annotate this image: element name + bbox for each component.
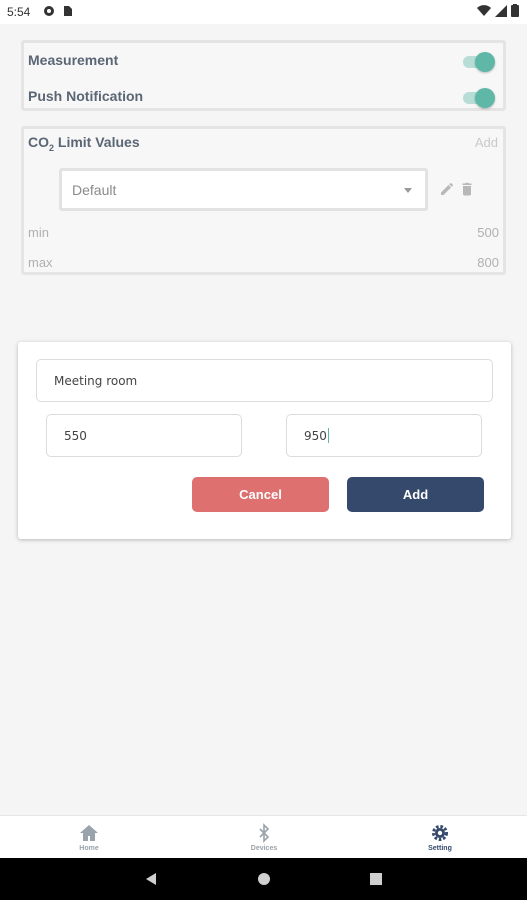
nav-setting[interactable]: Setting [390, 816, 490, 859]
bottom-navigation: Home Devices Setting [0, 815, 527, 858]
co2-title-suffix: Limit Values [54, 134, 140, 150]
system-navigation-bar [0, 858, 527, 900]
nav-home[interactable]: Home [39, 816, 139, 859]
sync-status-icon [44, 6, 54, 16]
status-icons-right [477, 4, 519, 17]
recents-icon[interactable] [370, 873, 382, 885]
co2-limit-title: CO2 Limit Values [28, 134, 140, 153]
add-button[interactable]: Add [347, 477, 484, 512]
bluetooth-icon [259, 823, 270, 843]
max-value-input[interactable]: 950 [286, 414, 482, 457]
toggle-knob [475, 88, 495, 108]
toggles-card: Measurement Push Notification [21, 40, 506, 111]
min-value-input[interactable]: 550 [46, 414, 242, 457]
limit-name-input[interactable]: Meeting room [36, 359, 493, 402]
nav-setting-label: Setting [428, 845, 452, 852]
min-input-value: 550 [64, 428, 87, 443]
edit-icon[interactable] [440, 182, 454, 196]
max-label: max [28, 255, 53, 270]
back-icon[interactable] [144, 872, 158, 886]
max-input-value: 950 [304, 428, 327, 443]
cancel-button[interactable]: Cancel [192, 477, 329, 512]
add-limit-dialog: Meeting room 550 950 Cancel Add [18, 342, 511, 539]
push-notification-toggle[interactable] [463, 88, 495, 108]
status-bar: 5:54 [0, 0, 527, 24]
wifi-icon [477, 4, 491, 16]
add-limit-link[interactable]: Add [475, 135, 498, 150]
nav-devices[interactable]: Devices [214, 816, 314, 859]
max-value: 800 [477, 255, 499, 270]
delete-icon[interactable] [460, 182, 474, 196]
sd-card-icon [64, 6, 72, 16]
min-label: min [28, 225, 49, 240]
status-time: 5:54 [7, 5, 31, 19]
nav-devices-label: Devices [250, 845, 278, 852]
toggle-knob [475, 52, 495, 72]
cell-signal-icon [495, 4, 507, 17]
gear-icon [432, 825, 448, 841]
push-notification-label: Push Notification [28, 88, 144, 104]
home-icon [80, 825, 98, 841]
text-cursor [327, 428, 329, 443]
co2-title-prefix: CO [28, 134, 49, 150]
min-value: 500 [477, 225, 499, 240]
limit-profile-select[interactable]: Default [59, 168, 428, 211]
nav-home-label: Home [79, 845, 99, 852]
battery-icon [511, 4, 519, 17]
chevron-down-icon [404, 188, 412, 193]
limit-name-value: Meeting room [54, 373, 138, 388]
selected-profile: Default [72, 182, 117, 198]
measurement-label: Measurement [28, 52, 119, 68]
home-circle-icon[interactable] [257, 872, 271, 886]
measurement-toggle[interactable] [463, 52, 495, 72]
co2-limit-card: CO2 Limit Values Add Default min 500 max… [21, 126, 506, 275]
